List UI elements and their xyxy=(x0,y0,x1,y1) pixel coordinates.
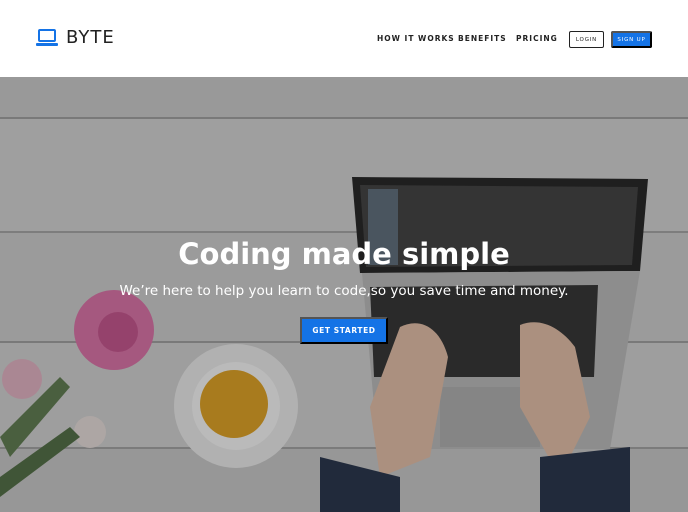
hero-section: Coding made simple We’re here to help yo… xyxy=(0,77,688,512)
nav-links: HOW IT WORKS BENEFITS PRICING LOGIN SIGN… xyxy=(0,0,688,77)
navbar: BYTE HOW IT WORKS BENEFITS PRICING LOGIN… xyxy=(0,0,688,77)
login-button[interactable]: LOGIN xyxy=(569,31,604,48)
hero-title: Coding made simple xyxy=(178,237,510,271)
signup-button[interactable]: SIGN UP xyxy=(611,31,652,48)
hero-subtitle: We’re here to help you learn to code,so … xyxy=(119,283,569,299)
get-started-button[interactable]: GET STARTED xyxy=(300,317,388,344)
nav-link-pricing[interactable]: PRICING xyxy=(516,34,558,43)
nav-link-benefits[interactable]: BENEFITS xyxy=(458,34,507,43)
nav-link-how-it-works[interactable]: HOW IT WORKS xyxy=(377,34,455,43)
